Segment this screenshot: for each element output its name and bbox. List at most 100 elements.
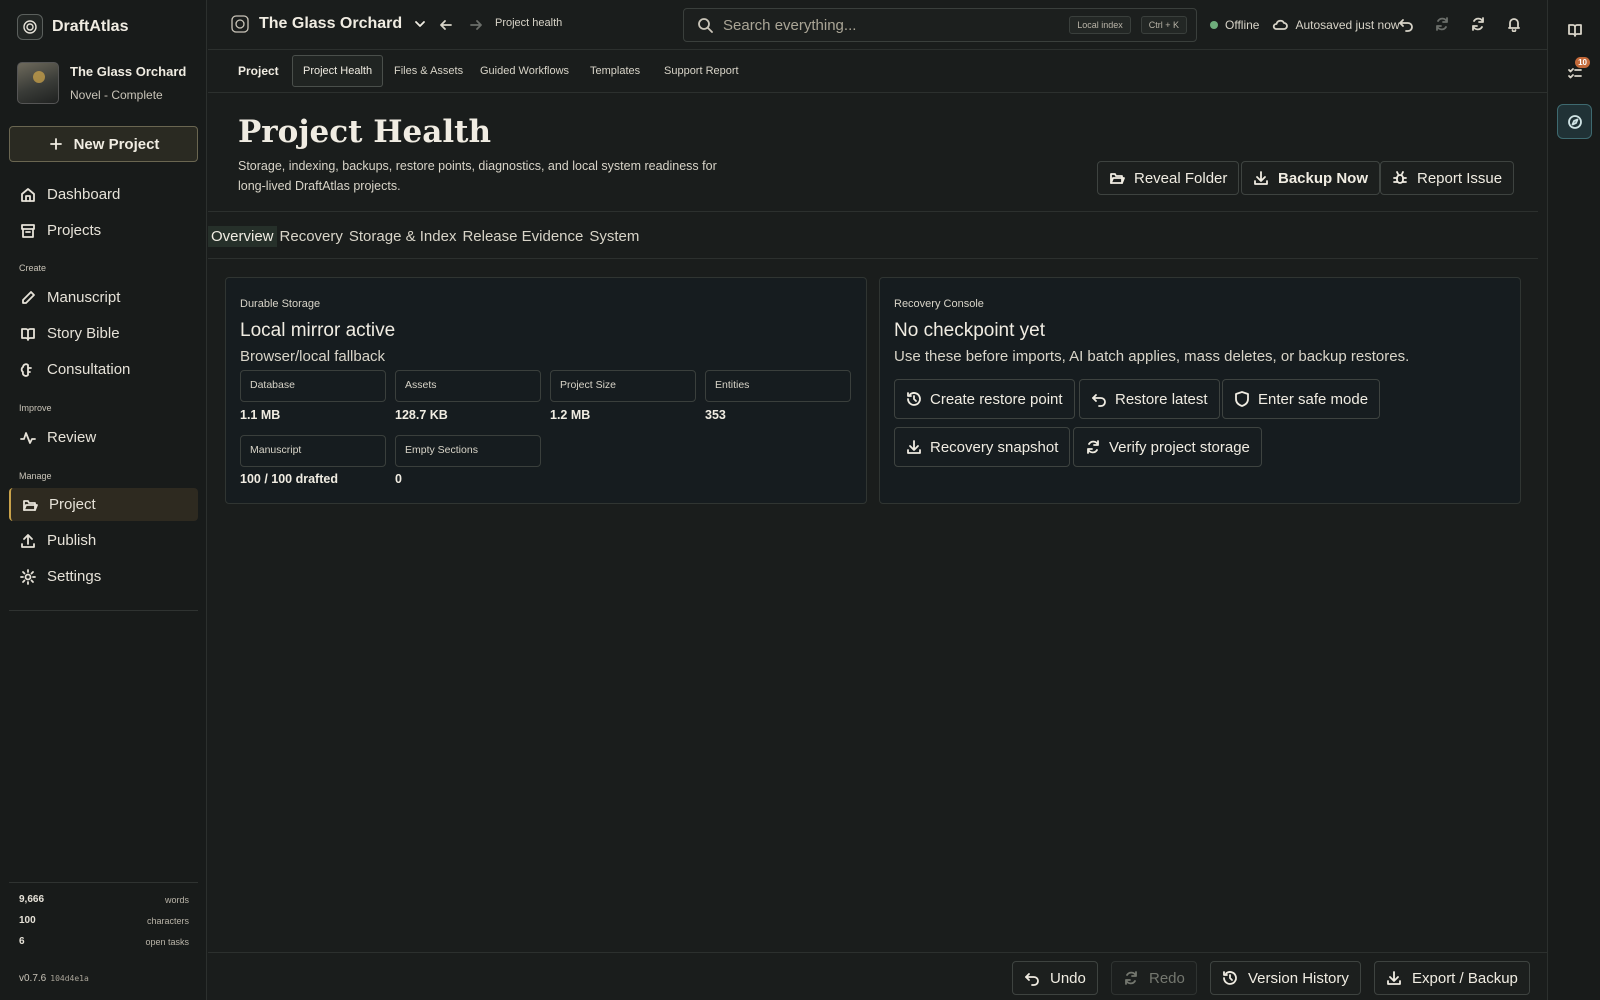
rail-reference-button[interactable]: [1557, 12, 1592, 47]
report-issue-label: Report Issue: [1417, 169, 1503, 187]
tab-overview[interactable]: Overview: [208, 226, 277, 247]
report-issue-button[interactable]: Report Issue: [1380, 161, 1515, 195]
sidebar: DraftAtlas The Glass Orchard Novel - Com…: [0, 0, 207, 1000]
metric-database: Database: [240, 370, 386, 402]
tab-templates[interactable]: Templates: [580, 55, 650, 87]
sidebar-item-label: Story Bible: [47, 325, 120, 342]
undo-button[interactable]: Undo: [1012, 961, 1098, 995]
section-divider: [208, 258, 1538, 259]
metric-entities: Entities: [705, 370, 851, 402]
export-backup-label: Export / Backup: [1412, 969, 1518, 987]
export-backup-button[interactable]: Export / Backup: [1374, 961, 1530, 995]
create-restore-point-button[interactable]: Create restore point: [894, 379, 1075, 419]
sidebar-item-consultation[interactable]: Consultation: [9, 353, 198, 386]
refresh-icon: [1087, 440, 1099, 454]
book-icon: [21, 327, 35, 341]
metric-project-size-value: 1.2 MB: [550, 408, 591, 422]
reveal-folder-button[interactable]: Reveal Folder: [1097, 161, 1240, 195]
undo-label: Undo: [1050, 969, 1086, 987]
button-label: Verify project storage: [1109, 438, 1250, 456]
recovery-snapshot-button[interactable]: Recovery snapshot: [894, 427, 1071, 467]
new-project-button[interactable]: New Project: [9, 126, 198, 162]
tab-support-report[interactable]: Support Report: [654, 55, 749, 87]
open-book-icon: [1567, 23, 1582, 37]
shield-icon: [1235, 391, 1249, 407]
tab-storage-index[interactable]: Storage & Index: [346, 226, 460, 247]
restore-latest-button[interactable]: Restore latest: [1079, 379, 1220, 419]
sidebar-item-label: Manuscript: [47, 289, 121, 306]
history-icon: [1223, 971, 1237, 985]
stat-open-tasks[interactable]: 6 open tasks: [19, 936, 189, 947]
sidebar-item-dashboard[interactable]: Dashboard: [9, 178, 198, 211]
sidebar-item-story-bible[interactable]: Story Bible: [9, 317, 198, 350]
bell-icon[interactable]: [1506, 16, 1522, 32]
project-switcher[interactable]: The Glass Orchard: [231, 15, 428, 33]
sidebar-divider: [9, 882, 198, 883]
top-bar: The Glass Orchard Project health Search …: [208, 0, 1547, 50]
sidebar-section-improve: Improve: [19, 403, 52, 413]
backup-now-button[interactable]: Backup Now: [1241, 161, 1381, 195]
tab-system[interactable]: System: [586, 226, 642, 247]
health-section-tabs: Overview Recovery Storage & Index Releas…: [208, 226, 642, 247]
stat-value: 9,666: [19, 894, 45, 905]
tab-recovery[interactable]: Recovery: [277, 226, 346, 247]
backup-now-label: Backup Now: [1278, 169, 1369, 187]
download-icon: [1387, 971, 1401, 985]
sidebar-item-manuscript[interactable]: Manuscript: [9, 281, 198, 314]
history-nav: [438, 17, 484, 33]
home-icon: [21, 187, 35, 202]
download-icon: [1254, 171, 1268, 185]
compass-icon: [1567, 114, 1582, 129]
undo-icon: [1092, 394, 1106, 407]
brand[interactable]: DraftAtlas: [17, 14, 128, 40]
connection-status: Offline: [1225, 18, 1260, 32]
current-project-card[interactable]: The Glass Orchard Novel - Complete: [17, 62, 186, 104]
tab-release-evidence[interactable]: Release Evidence: [459, 226, 586, 247]
redo-disabled-icon[interactable]: [1434, 16, 1450, 32]
button-label: Restore latest: [1115, 390, 1208, 408]
enter-safe-mode-button[interactable]: Enter safe mode: [1222, 379, 1381, 419]
sidebar-item-review[interactable]: Review: [9, 421, 198, 454]
search-input[interactable]: Search everything... Local index Ctrl + …: [683, 8, 1197, 42]
gear-icon: [20, 568, 36, 585]
version-history-button[interactable]: Version History: [1210, 961, 1361, 995]
sidebar-item-label: Projects: [47, 222, 102, 239]
topbar-actions: [1398, 16, 1522, 32]
upload-icon: [21, 533, 35, 548]
metric-manuscript-value: 100 / 100 drafted: [240, 472, 338, 486]
tab-project[interactable]: Project: [228, 55, 289, 87]
tab-guided-workflows[interactable]: Guided Workflows: [470, 55, 579, 87]
verify-project-storage-button[interactable]: Verify project storage: [1073, 427, 1262, 467]
rail-tasks-button[interactable]: 10: [1557, 56, 1592, 91]
sidebar-item-project[interactable]: Project: [9, 488, 198, 521]
page-description: Storage, indexing, backups, restore poin…: [238, 159, 717, 193]
sidebar-item-publish[interactable]: Publish: [9, 524, 198, 557]
sidebar-item-settings[interactable]: Settings: [9, 560, 198, 593]
stat-words: 9,666 words: [19, 894, 189, 905]
durable-storage-card: Durable Storage Local mirror active Brow…: [225, 277, 867, 504]
search-icon: [698, 18, 713, 33]
plus-icon: [49, 138, 62, 150]
sidebar-item-projects[interactable]: Projects: [9, 214, 198, 247]
sync-icon[interactable]: [1470, 16, 1486, 32]
metric-empty-sections: Empty Sections: [395, 435, 541, 467]
header-divider: [208, 211, 1538, 212]
stat-label: words: [164, 894, 189, 905]
breadcrumb[interactable]: Project health: [495, 17, 562, 29]
tab-project-health[interactable]: Project Health: [292, 55, 384, 87]
history-icon: [907, 392, 921, 406]
undo-icon[interactable]: [1398, 16, 1414, 32]
button-label: Create restore point: [930, 390, 1063, 408]
arrow-left-icon[interactable]: [438, 17, 454, 33]
version-number: v0.7.6: [19, 973, 47, 984]
card-title: No checkpoint yet: [894, 320, 1046, 341]
sidebar-item-label: Project: [49, 496, 96, 513]
arrow-right-icon[interactable]: [468, 17, 484, 33]
card-title: Local mirror active: [240, 320, 396, 341]
tab-files-assets[interactable]: Files & Assets: [384, 55, 473, 87]
redo-label: Redo: [1149, 969, 1185, 987]
sync-status: Offline Autosaved just now: [1210, 17, 1400, 33]
rail-navigator-button[interactable]: [1557, 104, 1592, 139]
redo-button[interactable]: Redo: [1111, 961, 1197, 995]
pen-icon: [22, 290, 35, 304]
